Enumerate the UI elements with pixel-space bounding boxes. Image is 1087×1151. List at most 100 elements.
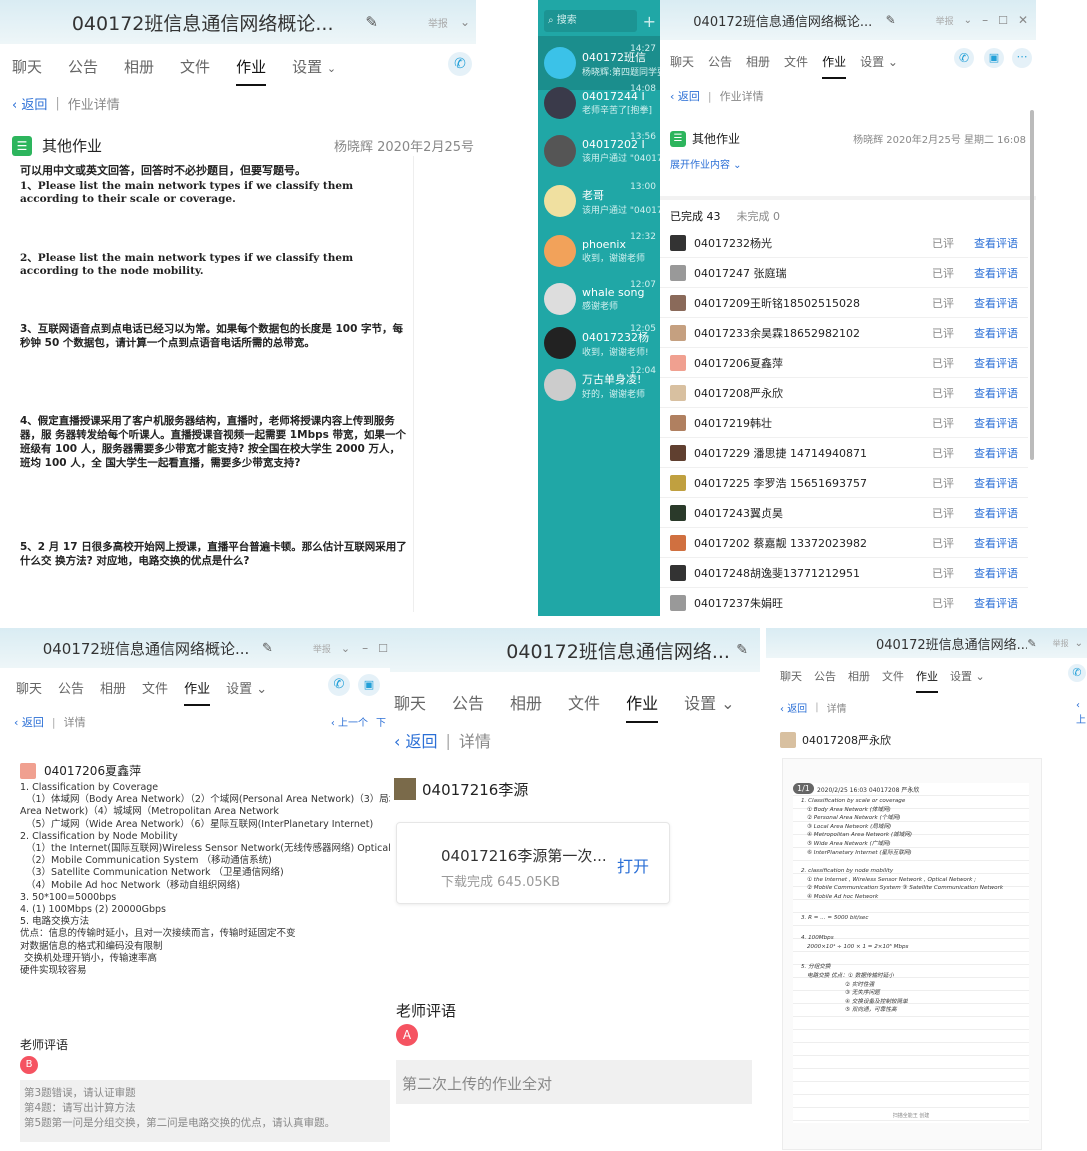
minimize-icon[interactable]: – [982,13,988,27]
list-item[interactable]: 04017247 张庭瑞 已评 查看评语 [660,258,1028,288]
view-comment-link[interactable]: 查看评语 [974,295,1018,311]
chevron-down-icon[interactable]: ⌄ [964,15,972,26]
view-comment-link[interactable]: 查看评语 [974,235,1018,251]
tab-chat[interactable]: 聊天 [12,56,42,77]
phone-icon[interactable]: ✆ [954,48,974,68]
back-link[interactable]: ‹ 返回 [670,88,700,104]
message-icon[interactable]: ▣ [984,48,1004,68]
view-comment-link[interactable]: 查看评语 [974,265,1018,281]
list-item[interactable]: 04017208严永欣 已评 查看评语 [660,378,1028,408]
phone-icon[interactable]: ✆ [328,674,350,696]
tab-chat[interactable]: 聊天 [16,678,42,697]
image-viewer[interactable]: 1/1 2020/2/25 16:03 04017208 严永欣 1. Clas… [782,758,1042,1150]
list-item[interactable]: 04017202 蔡嘉靓 13372023982 已评 查看评语 [660,528,1028,558]
view-comment-link[interactable]: 查看评语 [974,355,1018,371]
view-comment-link[interactable]: 查看评语 [974,595,1018,611]
tab-homework[interactable]: 作业 [916,668,938,693]
report-button[interactable]: 举报 [936,14,954,27]
close-icon[interactable]: ✕ [1018,13,1028,27]
file-card[interactable]: 04017216李源第一次... 下载完成 645.05KB 打开 [396,822,670,904]
tab-files[interactable]: 文件 [784,53,808,70]
add-icon[interactable]: + [643,12,656,31]
list-item[interactable]: 04017206夏鑫萍 已评 查看评语 [660,348,1028,378]
tab-notice[interactable]: 公告 [452,690,484,714]
back-link[interactable]: ‹ 返回 [14,714,44,730]
search-input[interactable]: ⌕ 搜索 [544,10,637,32]
tab-album[interactable]: 相册 [124,56,154,77]
tab-settings[interactable]: 设置 ⌄ [950,668,985,684]
view-comment-link[interactable]: 查看评语 [974,325,1018,341]
view-comment-link[interactable]: 查看评语 [974,565,1018,581]
view-comment-link[interactable]: 查看评语 [974,445,1018,461]
conversation-item[interactable]: 老哥 该用户通过 "040172 13:00 [538,174,660,228]
edit-icon[interactable]: ✎ [886,13,896,27]
tab-files[interactable]: 文件 [882,668,904,684]
list-item[interactable]: 04017225 李罗浩 15651693757 已评 查看评语 [660,468,1028,498]
scrollbar[interactable] [1030,110,1034,460]
tab-notice[interactable]: 公告 [68,56,98,77]
list-item[interactable]: 04017229 潘思捷 14714940871 已评 查看评语 [660,438,1028,468]
prev-link[interactable]: ‹ 上一个 [331,714,368,729]
conversation-item[interactable]: 04017244 I 老师辛苦了[抱拳] 14:08 [538,76,660,130]
list-item[interactable]: 04017237朱娟旺 已评 查看评语 [660,588,1028,616]
edit-icon[interactable]: ✎ [736,642,748,658]
conversation-item[interactable]: 04017202 I 该用户通过 "040172 13:56 [538,124,660,178]
phone-icon[interactable]: ✆ [1068,664,1086,682]
edit-icon[interactable]: ✎ [365,13,378,31]
chevron-down-icon[interactable]: ⌄ [341,642,350,655]
list-item[interactable]: 04017248胡逸斐13771212951 已评 查看评语 [660,558,1028,588]
tab-album[interactable]: 相册 [746,53,770,70]
expand-content-link[interactable]: 展开作业内容 ⌄ [670,156,742,171]
list-item[interactable]: 04017219韩壮 已评 查看评语 [660,408,1028,438]
list-item[interactable]: 04017233余昊霖18652982102 已评 查看评语 [660,318,1028,348]
tab-files[interactable]: 文件 [142,678,168,697]
report-button[interactable]: 举报 [428,15,448,30]
more-icon[interactable]: ⋯ [1012,48,1032,68]
minimize-icon[interactable]: – [362,641,368,655]
back-link[interactable]: ‹ 返回 [12,94,47,113]
tab-files[interactable]: 文件 [568,690,600,714]
view-comment-link[interactable]: 查看评语 [974,505,1018,521]
tab-album[interactable]: 相册 [100,678,126,697]
edit-icon[interactable]: ✎ [1027,637,1036,650]
tab-album[interactable]: 相册 [848,668,870,684]
tab-settings[interactable]: 设置 ⌄ [226,678,267,697]
tab-homework[interactable]: 作业 [236,56,267,86]
view-comment-link[interactable]: 查看评语 [974,415,1018,431]
tab-chat[interactable]: 聊天 [670,53,694,70]
list-item[interactable]: 04017232杨光 已评 查看评语 [660,228,1028,258]
report-button[interactable]: 举报 [1053,638,1069,649]
message-icon[interactable]: ▣ [358,674,380,696]
view-comment-link[interactable]: 查看评语 [974,535,1018,551]
tab-chat[interactable]: 聊天 [780,668,802,684]
tab-homework[interactable]: 作业 [822,53,847,79]
tab-incomplete[interactable]: 未完成 0 [737,208,781,224]
tab-notice[interactable]: 公告 [708,53,732,70]
tab-settings[interactable]: 设置 ⌄ [292,56,336,77]
conversation-item[interactable]: 万古单身凌! 好的，谢谢老师 12:04 [538,358,660,412]
phone-icon[interactable]: ✆ [448,52,472,76]
tab-chat[interactable]: 聊天 [394,690,426,714]
tab-settings[interactable]: 设置 ⌄ [684,690,735,714]
tab-settings[interactable]: 设置 ⌄ [860,53,898,70]
open-button[interactable]: 打开 [617,853,649,877]
prev-link[interactable]: ‹ 上 [1076,700,1087,726]
tab-completed[interactable]: 已完成 43 [670,208,721,224]
maximize-icon[interactable]: ☐ [998,14,1008,27]
tab-notice[interactable]: 公告 [814,668,836,684]
report-button[interactable]: 举报 [313,642,331,655]
tab-files[interactable]: 文件 [180,56,210,77]
list-item[interactable]: 04017243翼贞昊 已评 查看评语 [660,498,1028,528]
view-comment-link[interactable]: 查看评语 [974,475,1018,491]
view-comment-link[interactable]: 查看评语 [974,385,1018,401]
tab-homework[interactable]: 作业 [184,678,211,706]
maximize-icon[interactable]: ☐ [378,642,388,655]
chevron-down-icon[interactable]: ⌄ [1075,638,1083,649]
tab-homework[interactable]: 作业 [626,690,659,723]
tab-album[interactable]: 相册 [510,690,542,714]
list-item[interactable]: 04017209王昕铭18502515028 已评 查看评语 [660,288,1028,318]
edit-icon[interactable]: ✎ [262,641,273,656]
chevron-down-icon[interactable]: ⌄ [460,15,470,29]
conversation-item[interactable]: phoenix 收到，谢谢老师 12:32 [538,224,660,278]
back-link[interactable]: ‹ 返回 [780,700,807,715]
